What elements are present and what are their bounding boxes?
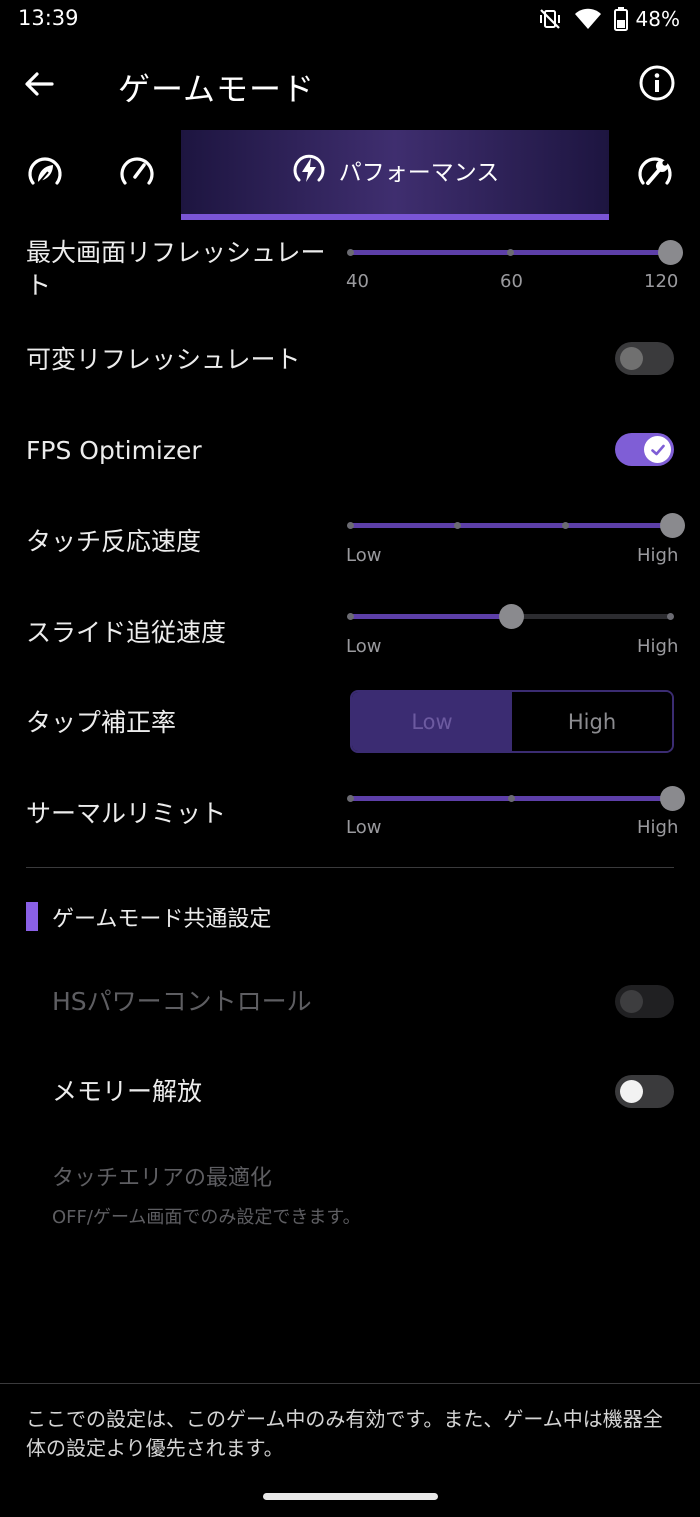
tab-leaf-mode[interactable] [24,152,66,194]
tick-label-low: Low [346,545,382,566]
tick-label-high: High [637,545,679,566]
variable-refresh-rate-toggle[interactable] [615,342,674,375]
status-time: 13:39 [18,6,79,30]
vibrate-off-icon [539,9,560,29]
mode-tabs: パフォーマンス [0,130,700,220]
variable-refresh-rate-label: 可変リフレッシュレート [26,345,301,374]
wifi-icon [574,8,601,29]
toggle-knob [620,990,643,1013]
touch-response-label: タッチ反応速度 [26,527,202,556]
slider-thumb[interactable] [658,240,683,265]
wrench-gauge-mode-icon [638,157,672,185]
tick-label-60: 60 [500,271,523,292]
slider-thumb[interactable] [660,513,685,538]
tab-performance[interactable]: パフォーマンス [181,130,609,220]
tab-active-indicator [181,214,609,220]
battery-icon [613,7,628,31]
home-indicator[interactable] [263,1493,438,1500]
app-bar: ゲームモード [0,52,700,116]
tap-correction-segmented-control: Low High [350,690,674,753]
max-refresh-rate-slider[interactable] [346,238,683,266]
tap-correction-low-button[interactable]: Low [352,692,512,751]
section-title: ゲームモード共通設定 [52,907,272,932]
slider-fill [350,523,670,528]
thermal-limit-slider[interactable] [346,784,685,812]
max-refresh-rate-label: 最大画面リフレッシュレート [26,238,326,300]
hs-power-control-toggle[interactable] [615,985,674,1018]
tick-label-high: High [637,636,679,657]
slide-tracking-label: スライド追従速度 [26,618,227,647]
info-icon [639,65,675,101]
gauge-mode-icon [120,157,154,185]
slider-tick [347,249,354,256]
touch-response-slider[interactable] [346,511,685,539]
memory-release-toggle[interactable] [615,1075,674,1108]
tick-label-120: 120 [644,271,679,292]
slider-tick [562,522,569,529]
slider-tick [667,613,674,620]
tap-correction-high-button[interactable]: High [512,692,672,751]
check-icon [650,444,665,455]
memory-release-label: メモリー解放 [52,1077,203,1106]
section-marker [26,902,38,931]
leaf-mode-icon [28,157,62,186]
tap-correction-label: タップ補正率 [26,708,177,737]
tab-performance-label: パフォーマンス [338,160,500,186]
bolt-mode-icon [293,154,325,182]
battery-percentage: 48% [635,7,680,31]
thermal-limit-label: サーマルリミット [26,799,227,828]
slider-thumb[interactable] [499,604,524,629]
fps-optimizer-label: FPS Optimizer [26,436,202,465]
tab-gauge-mode[interactable] [116,152,158,194]
slider-tick [507,249,514,256]
slider-tick [454,522,461,529]
footer-divider [0,1383,700,1384]
tick-label-low: Low [346,817,382,838]
slider-tick [508,795,515,802]
slide-tracking-slider[interactable] [346,602,674,630]
touch-area-optimization-description: OFF/ゲーム画面でのみ設定できます。 [52,1207,361,1228]
touch-area-optimization-label[interactable]: タッチエリアの最適化 [52,1162,272,1195]
toggle-knob [620,1080,643,1103]
tab-custom-mode[interactable] [634,152,676,194]
page-title: ゲームモード [118,70,316,108]
back-arrow-icon [25,72,54,96]
slider-fill [350,614,511,619]
toggle-knob [644,436,671,463]
slider-tick [347,522,354,529]
slider-thumb[interactable] [660,786,685,811]
info-button[interactable] [638,64,682,108]
tick-label-high: High [637,817,679,838]
status-bar: 13:39 48% [0,0,700,40]
back-button[interactable] [22,64,68,104]
status-icons: 48% [538,4,680,34]
slider-tick [347,613,354,620]
tick-label-low: Low [346,636,382,657]
tick-label-40: 40 [346,271,369,292]
hs-power-control-label: HSパワーコントロール [52,987,312,1016]
slider-tick [347,795,354,802]
toggle-knob [620,347,643,370]
fps-optimizer-toggle[interactable] [615,433,674,466]
section-divider [26,867,674,868]
footer-note: ここでの設定は、このゲーム中のみ有効です。また、ゲーム中は機器全体の設定より優先… [26,1407,663,1460]
